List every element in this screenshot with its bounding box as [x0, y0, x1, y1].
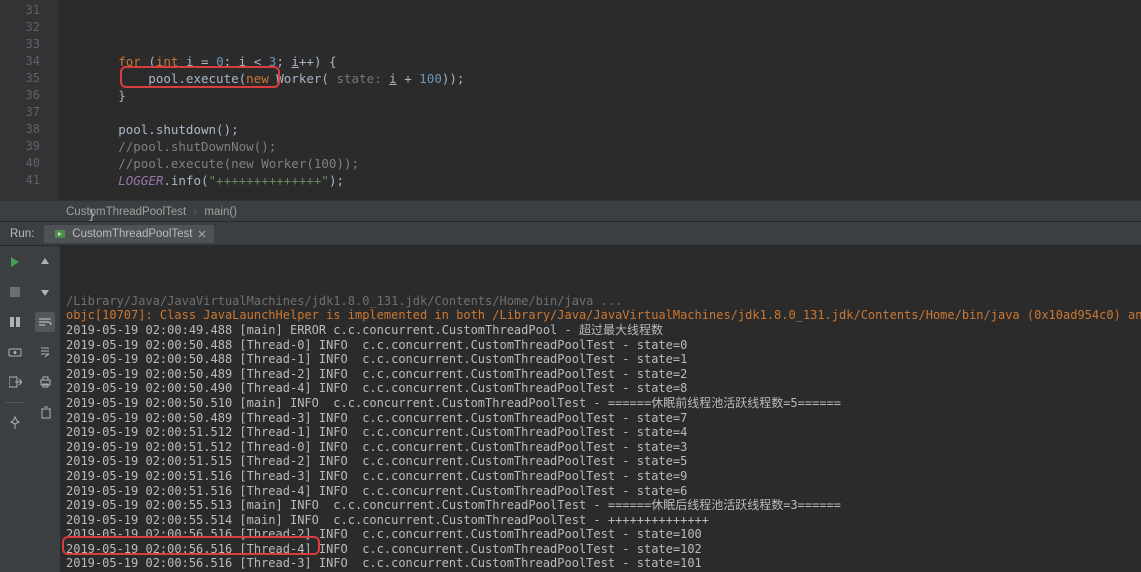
console-line: 2019-05-19 02:00:51.516 [Thread-4] INFO …: [66, 484, 1141, 499]
code-line[interactable]: }: [58, 206, 1141, 223]
pause-button[interactable]: [5, 312, 25, 332]
console-line: 2019-05-19 02:00:55.514 [main] INFO c.c.…: [66, 513, 1141, 528]
console-line: 2019-05-19 02:00:50.489 [Thread-3] INFO …: [66, 411, 1141, 426]
console-line: 2019-05-19 02:00:50.488 [Thread-1] INFO …: [66, 352, 1141, 367]
console-line: 2019-05-19 02:00:55.513 [main] INFO c.c.…: [66, 498, 1141, 513]
dump-threads-button[interactable]: [5, 342, 25, 362]
code-line[interactable]: //pool.execute(new Worker(100));: [58, 155, 1141, 172]
code-line[interactable]: [58, 223, 1141, 240]
rerun-button[interactable]: [5, 252, 25, 272]
editor-area: 3132333435363738394041 for (int i = 0; i…: [0, 0, 1141, 200]
code-line[interactable]: [58, 189, 1141, 206]
console-line: 2019-05-19 02:00:50.488 [Thread-0] INFO …: [66, 338, 1141, 353]
print-button[interactable]: [35, 372, 55, 392]
scroll-down-button[interactable]: [35, 282, 55, 302]
console-panel: /Library/Java/JavaVirtualMachines/jdk1.8…: [0, 246, 1141, 572]
highlight-box-exitcode: [62, 536, 320, 555]
console-line: 2019-05-19 02:00:56.516 [Thread-3] INFO …: [66, 556, 1141, 571]
console-line: 2019-05-19 02:00:50.489 [Thread-2] INFO …: [66, 367, 1141, 382]
code-line[interactable]: pool.shutdown();: [58, 121, 1141, 138]
console-line: 2019-05-19 02:00:50.490 [Thread-4] INFO …: [66, 381, 1141, 396]
run-toolbar-primary: [0, 246, 30, 572]
console-line: 2019-05-19 02:00:51.512 [Thread-0] INFO …: [66, 440, 1141, 455]
console-line: 2019-05-19 02:00:49.488 [main] ERROR c.c…: [66, 323, 1141, 338]
console-line: objc[10707]: Class JavaLaunchHelper is i…: [66, 308, 1141, 323]
run-toolbar-secondary: [30, 246, 60, 572]
clear-all-button[interactable]: [35, 402, 55, 422]
code-line[interactable]: LOGGER.info("++++++++++++++");: [58, 172, 1141, 189]
toolbar-separator: [5, 402, 25, 403]
code-line[interactable]: [58, 104, 1141, 121]
stop-button[interactable]: [5, 282, 25, 302]
editor-gutter: 3132333435363738394041: [0, 0, 58, 200]
highlight-box-shutdown: [120, 66, 280, 88]
pin-button[interactable]: [5, 413, 25, 433]
editor-code[interactable]: for (int i = 0; i < 3; i++) { pool.execu…: [58, 0, 1141, 200]
console-line: 2019-05-19 02:00:51.516 [Thread-3] INFO …: [66, 469, 1141, 484]
console-line: 2019-05-19 02:00:51.512 [Thread-1] INFO …: [66, 425, 1141, 440]
console-line: 2019-05-19 02:00:51.515 [Thread-2] INFO …: [66, 454, 1141, 469]
console-output[interactable]: /Library/Java/JavaVirtualMachines/jdk1.8…: [60, 246, 1141, 572]
run-label: Run:: [0, 228, 44, 240]
exit-button[interactable]: [5, 372, 25, 392]
scroll-to-end-button[interactable]: [35, 342, 55, 362]
code-line[interactable]: //pool.shutDownNow();: [58, 138, 1141, 155]
console-line: /Library/Java/JavaVirtualMachines/jdk1.8…: [66, 294, 1141, 309]
code-line[interactable]: }: [58, 87, 1141, 104]
scroll-up-button[interactable]: [35, 252, 55, 272]
soft-wrap-button[interactable]: [35, 312, 55, 332]
console-line: 2019-05-19 02:00:50.510 [main] INFO c.c.…: [66, 396, 1141, 411]
